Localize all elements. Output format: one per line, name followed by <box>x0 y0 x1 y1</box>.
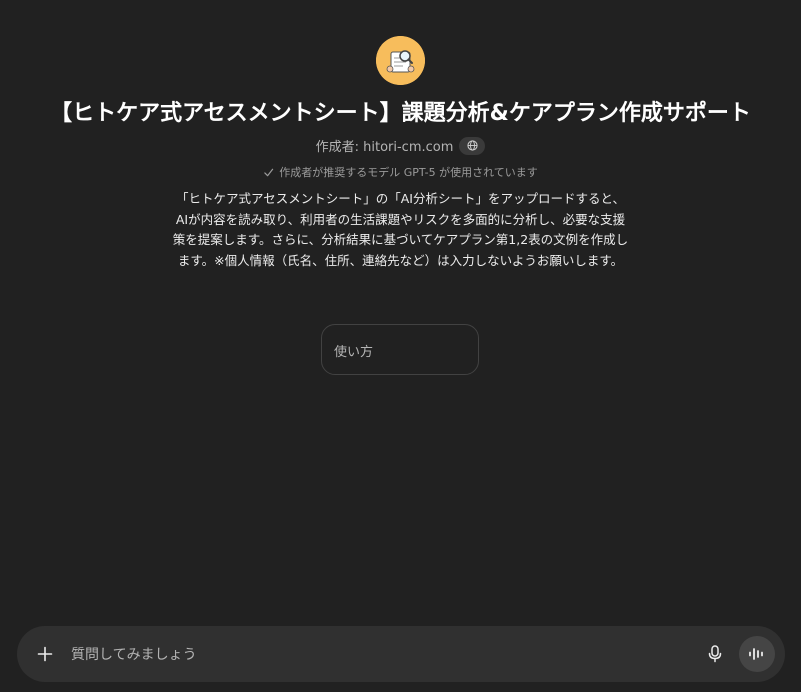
author-row: 作成者: hitori-cm.com <box>0 136 801 155</box>
gpt-title: 【ヒトケア式アセスメントシート】課題分析&ケアプラン作成サポート <box>50 101 751 126</box>
globe-icon <box>467 140 478 151</box>
conversation-starter-button[interactable]: 使い方 <box>321 324 479 375</box>
gpt-start-page: 【ヒトケア式アセスメントシート】課題分析&ケアプラン作成サポート 作成者: hi… <box>0 0 801 692</box>
gpt-description: 「ヒトケア式アセスメントシート」の「AI分析シート」をアップロードすると、AIが… <box>172 191 629 268</box>
voice-mode-icon <box>749 648 763 660</box>
model-note-row: 作成者が推奨するモデル GPT-5 が使用されています <box>0 164 801 180</box>
microphone-icon <box>708 645 722 663</box>
author-website-button[interactable] <box>459 136 486 155</box>
composer <box>17 626 785 682</box>
message-input[interactable] <box>69 642 673 668</box>
add-attachment-button[interactable] <box>31 640 59 668</box>
dictate-button[interactable] <box>703 642 727 666</box>
check-icon <box>264 168 274 176</box>
voice-mode-button[interactable] <box>739 636 775 672</box>
conversation-starter-label: 使い方 <box>334 345 374 360</box>
gpt-avatar <box>376 36 425 85</box>
avatar-illustration-icon <box>376 36 425 85</box>
plus-icon <box>37 646 53 662</box>
model-note: 作成者が推奨するモデル GPT-5 が使用されています <box>279 166 538 179</box>
author-label: 作成者: hitori-cm.com <box>315 140 454 155</box>
